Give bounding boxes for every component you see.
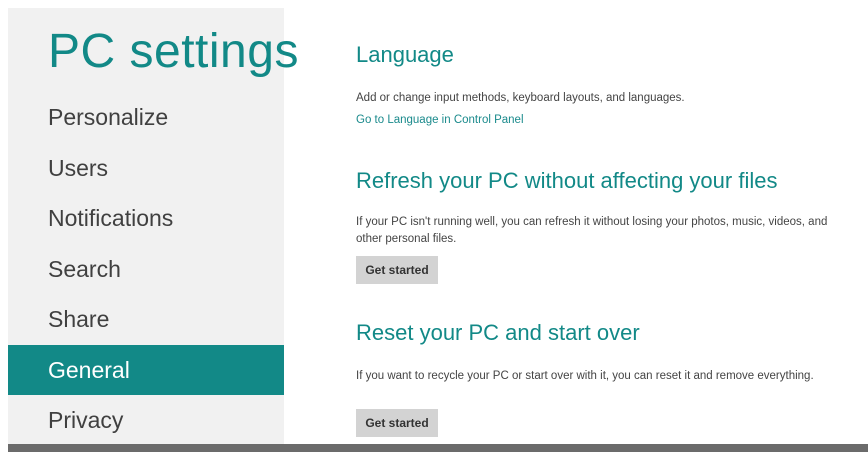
- pc-settings-screen: PC settings Personalize Users Notificati…: [0, 0, 868, 452]
- sidebar-item-general[interactable]: General: [8, 344, 284, 395]
- refresh-get-started-button[interactable]: Get started: [356, 256, 438, 284]
- reset-get-started-button[interactable]: Get started: [356, 409, 438, 437]
- bottom-border: [8, 444, 868, 452]
- reset-section-title: Reset your PC and start over: [356, 320, 640, 345]
- sidebar-item-personalize[interactable]: Personalize: [8, 92, 284, 143]
- sidebar: PC settings Personalize Users Notificati…: [8, 8, 298, 446]
- sidebar-nav: Personalize Users Notifications Search S…: [8, 92, 284, 446]
- language-section-title: Language: [356, 42, 454, 67]
- refresh-section-description: If your PC isn't running well, you can r…: [356, 216, 828, 245]
- reset-section-description: If you want to recycle your PC or start …: [356, 370, 814, 382]
- language-section-description: Add or change input methods, keyboard la…: [356, 92, 685, 104]
- sidebar-item-users[interactable]: Users: [8, 143, 284, 194]
- sidebar-item-share[interactable]: Share: [8, 294, 284, 345]
- refresh-section-title: Refresh your PC without affecting your f…: [356, 168, 778, 193]
- sidebar-item-search[interactable]: Search: [8, 244, 284, 295]
- app-title: PC settings: [48, 25, 299, 78]
- language-control-panel-link[interactable]: Go to Language in Control Panel: [356, 114, 524, 126]
- sidebar-item-notifications[interactable]: Notifications: [8, 193, 284, 244]
- sidebar-item-privacy[interactable]: Privacy: [8, 395, 284, 446]
